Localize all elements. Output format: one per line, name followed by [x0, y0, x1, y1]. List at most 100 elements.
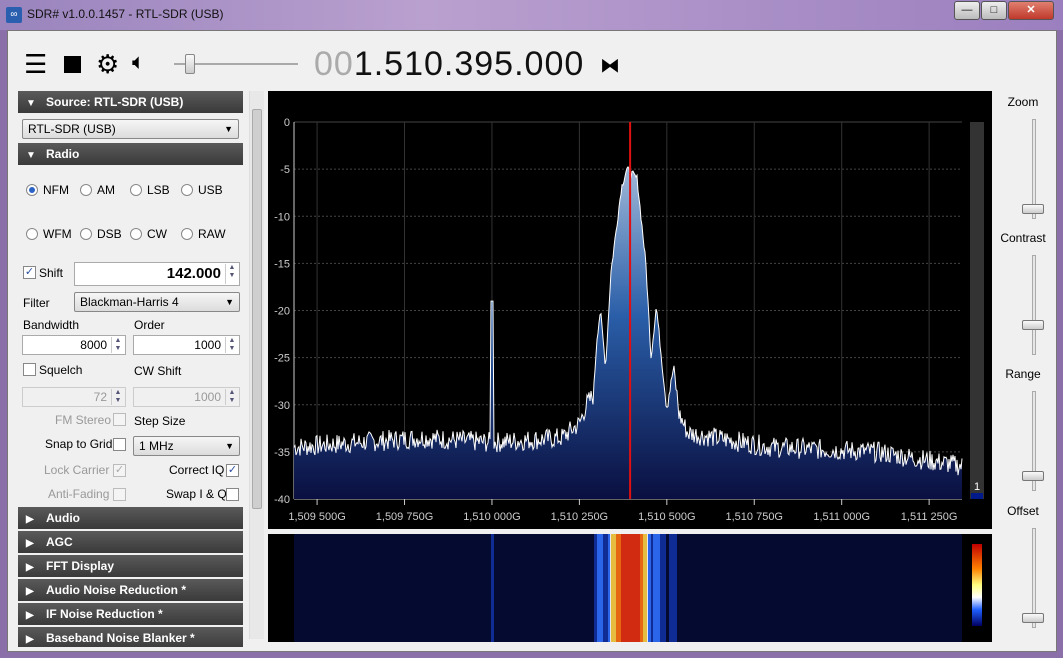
y-tick-label: -30	[274, 400, 290, 412]
order-label: Order	[134, 318, 165, 332]
tune-swap-icon[interactable]: ⧓	[600, 53, 620, 78]
fm-stereo-checkbox[interactable]	[113, 413, 126, 426]
frequency-display[interactable]: 001.510.395.000	[314, 45, 584, 84]
menu-icon[interactable]: ☰	[24, 49, 47, 80]
scrollbar-thumb[interactable]	[252, 109, 262, 509]
filter-select[interactable]: Blackman-Harris 4	[74, 292, 240, 312]
waterfall-column	[626, 534, 627, 642]
step-size-select[interactable]: 1 MHz	[133, 436, 240, 456]
mode-dsb[interactable]: DSB	[80, 227, 122, 241]
spectrum-analyzer[interactable]: 0 -5 -10 -15 -20 -25 -30 -35 -40 1,509 500G 1,509 …	[268, 91, 992, 529]
anti-fading-checkbox[interactable]	[113, 488, 126, 501]
volume-thumb[interactable]	[185, 54, 195, 74]
bandwidth-label: Bandwidth	[23, 318, 80, 332]
waterfall-column	[629, 534, 630, 642]
waterfall-column	[611, 534, 612, 642]
waterfall-column	[662, 534, 663, 642]
cw-shift-input[interactable]: 1000 ▲ ▼	[133, 387, 240, 407]
waterfall-column	[602, 534, 603, 642]
waterfall-column	[596, 534, 597, 642]
mode-raw[interactable]: RAW	[181, 227, 226, 241]
x-tick-label: 1,511 000G	[813, 511, 870, 523]
x-tick-label: 1,509 750G	[376, 511, 434, 523]
device-select[interactable]: RTL-SDR (USB)	[22, 119, 239, 139]
close-button[interactable]: ✕	[1008, 1, 1054, 20]
mode-nfm[interactable]: NFM	[26, 183, 69, 197]
section-if-noise-reduction[interactable]: ▶ IF Noise Reduction *	[18, 603, 243, 625]
source-header[interactable]: ▼ Source: RTL-SDR (USB)	[18, 91, 243, 113]
range-label: Range	[1005, 367, 1041, 381]
main-window: ☰ ⚙ 🔈︎ 001.510.395.000 ⧓ ▼ Source: RTL-SD…	[7, 30, 1057, 652]
radio-header-label: Radio	[46, 147, 80, 161]
side-panel-scrollbar[interactable]	[249, 91, 264, 639]
correct-iq-label: Correct IQ	[169, 463, 225, 477]
section-baseband-noise-blanker[interactable]: ▶ Baseband Noise Blanker *	[18, 627, 243, 647]
waterfall-column	[623, 534, 624, 642]
waterfall-column	[652, 534, 653, 642]
waterfall-column	[641, 534, 642, 642]
mode-cw[interactable]: CW	[130, 227, 167, 241]
waterfall-column	[671, 534, 672, 642]
waterfall-column	[646, 534, 647, 642]
speaker-icon[interactable]: 🔈︎	[132, 49, 145, 75]
offset-label: Offset	[1007, 504, 1039, 518]
range-thumb[interactable]	[1022, 471, 1044, 481]
correct-iq-checkbox[interactable]: ✓	[226, 464, 239, 477]
waterfall-column	[608, 534, 609, 642]
stop-icon[interactable]	[64, 56, 81, 73]
swap-iq-checkbox[interactable]	[226, 488, 239, 501]
contrast-slider[interactable]	[1032, 255, 1036, 355]
freq-leading-zeros: 00	[314, 45, 354, 83]
swap-iq-label: Swap I & Q	[166, 487, 227, 501]
section-agc[interactable]: ▶ AGC	[18, 531, 243, 553]
y-tick-label: -35	[274, 447, 290, 459]
waterfall-column	[643, 534, 644, 642]
zoom-label: Zoom	[1007, 95, 1039, 109]
shift-checkbox[interactable]: ✓	[23, 266, 36, 279]
mode-usb[interactable]: USB	[181, 183, 223, 197]
cw-shift-label: CW Shift	[134, 364, 182, 378]
waterfall-column	[669, 534, 670, 642]
bandwidth-input[interactable]: 8000 ▲ ▼	[22, 335, 126, 355]
mode-wfm[interactable]: WFM	[26, 227, 72, 241]
shift-input[interactable]: 142.000 ▲ ▼	[74, 262, 240, 286]
section-audio-noise-reduction[interactable]: ▶ Audio Noise Reduction *	[18, 579, 243, 601]
waterfall[interactable]	[268, 534, 992, 642]
step-size-label: Step Size	[134, 414, 186, 428]
lock-carrier-checkbox[interactable]: ✓	[113, 464, 126, 477]
waterfall-column	[597, 534, 598, 642]
waterfall-column	[616, 534, 617, 642]
minimize-button[interactable]: —	[954, 1, 980, 20]
snap-to-grid-label: Snap to Grid	[45, 437, 113, 451]
waterfall-column	[655, 534, 656, 642]
y-tick-label: -20	[274, 306, 290, 318]
waterfall-column	[624, 534, 625, 642]
zoom-thumb[interactable]	[1022, 204, 1044, 214]
gear-icon[interactable]: ⚙	[96, 49, 119, 80]
waterfall-column	[612, 534, 613, 642]
y-tick-label: 0	[284, 117, 290, 129]
maximize-button[interactable]: □	[981, 1, 1007, 20]
y-tick-label: -5	[280, 164, 290, 176]
waterfall-column	[653, 534, 654, 642]
waterfall-column	[638, 534, 639, 642]
y-tick-label: -15	[274, 258, 290, 270]
mode-lsb[interactable]: LSB	[130, 183, 170, 197]
waterfall-column	[661, 534, 662, 642]
waterfall-column	[607, 534, 608, 642]
waterfall-column	[647, 534, 648, 642]
waterfall-column	[492, 534, 493, 642]
squelch-input[interactable]: 72 ▲ ▼	[22, 387, 126, 407]
squelch-checkbox[interactable]	[23, 363, 36, 376]
waterfall-column	[631, 534, 632, 642]
radio-header[interactable]: ▼ Radio	[18, 143, 243, 165]
section-audio[interactable]: ▶ Audio	[18, 507, 243, 529]
section-fft-display[interactable]: ▶ FFT Display	[18, 555, 243, 577]
mode-am[interactable]: AM	[80, 183, 115, 197]
volume-slider[interactable]	[174, 54, 298, 74]
waterfall-column	[654, 534, 655, 642]
order-input[interactable]: 1000 ▲ ▼	[133, 335, 240, 355]
contrast-thumb[interactable]	[1022, 320, 1044, 330]
snap-to-grid-checkbox[interactable]	[113, 438, 126, 451]
offset-thumb[interactable]	[1022, 613, 1044, 623]
